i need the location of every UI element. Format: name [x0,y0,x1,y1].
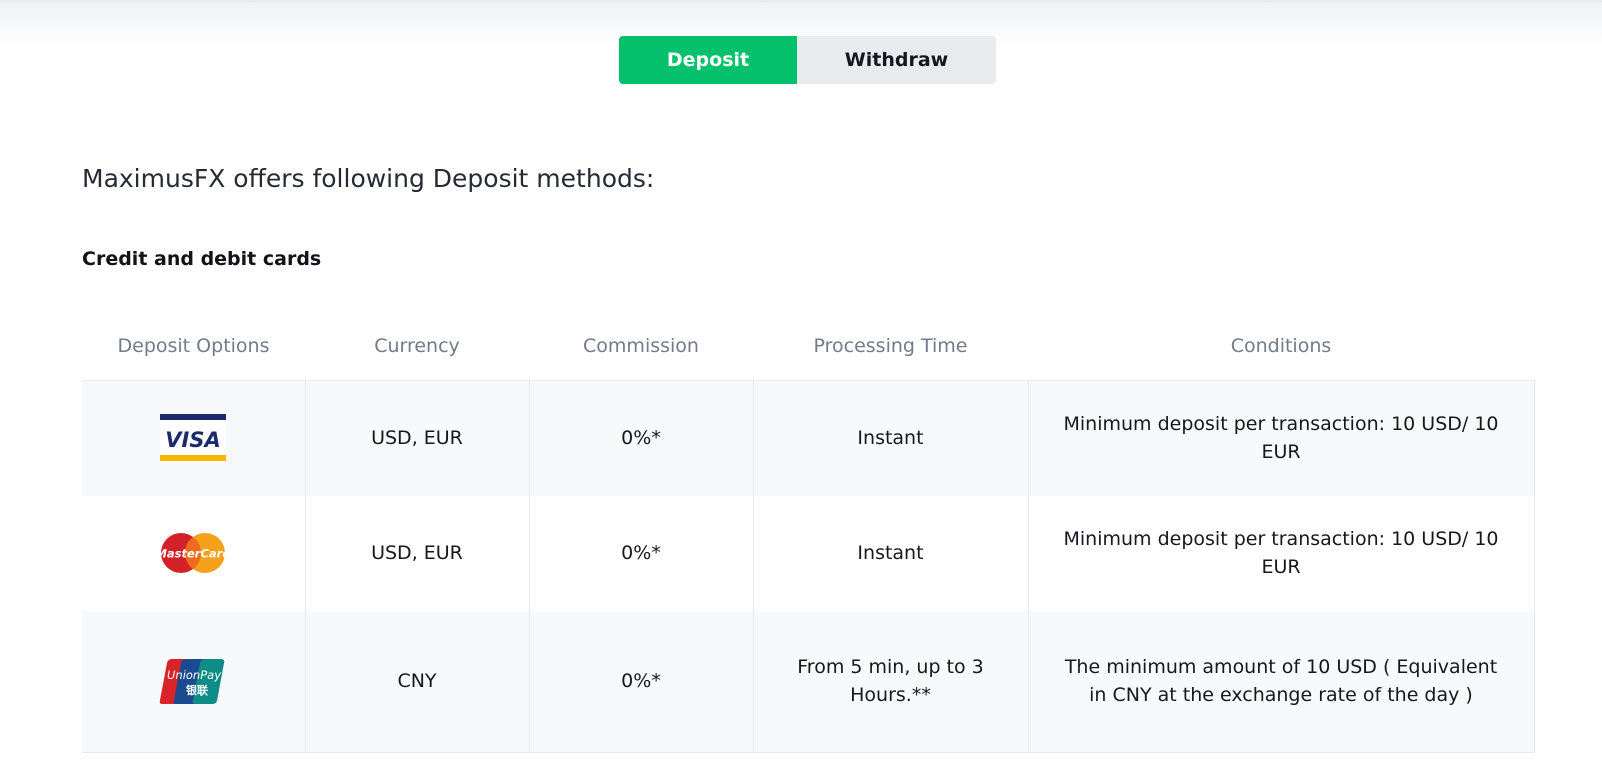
column-header-deposit-options: Deposit Options [117,335,270,357]
deposit-withdraw-tabs: Deposit Withdraw [619,36,996,84]
conditions-cell: Minimum deposit per transaction: 10 USD/… [1028,495,1535,611]
deposit-option-cell: MasterCard [82,495,306,611]
visa-logo: VISA [160,414,227,463]
mastercard-logo: MasterCard [159,533,227,573]
table-row: VISA USD, EUR 0%* Instant Minimum deposi… [82,380,1535,496]
visa-logo-text: VISA [166,428,221,452]
unionpay-logo: UnionPay 银联 [160,659,225,705]
commission-cell: 0%* [529,610,754,753]
processing-time-cell: From 5 min, up to 3 Hours.** [753,610,1029,753]
mastercard-logo-text: MasterCard [159,547,227,561]
tab-deposit[interactable]: Deposit [619,36,797,84]
section-heading-cards: Credit and debit cards [82,248,322,270]
tab-withdraw[interactable]: Withdraw [797,36,996,84]
column-header-currency: Currency [374,335,460,357]
column-header-processing-time: Processing Time [813,335,968,357]
deposit-option-cell: UnionPay 银联 [82,610,306,753]
table-header-row: Deposit Options Currency Commission Proc… [82,312,1534,381]
commission-cell: 0%* [529,495,754,611]
page-heading: MaximusFX offers following Deposit metho… [82,164,655,193]
deposit-methods-table: Deposit Options Currency Commission Proc… [82,312,1535,753]
currency-cell: USD, EUR [305,380,530,496]
table-row: UnionPay 银联 CNY 0%* From 5 min, up to 3 … [82,610,1535,753]
column-header-conditions: Conditions [1230,335,1332,357]
commission-cell: 0%* [529,380,754,496]
processing-time-cell: Instant [753,495,1029,611]
currency-cell: USD, EUR [305,495,530,611]
currency-cell: CNY [305,610,530,753]
table-row: MasterCard USD, EUR 0%* Instant Minimum … [82,495,1535,611]
unionpay-logo-text: UnionPay [167,668,221,682]
conditions-cell: Minimum deposit per transaction: 10 USD/… [1028,380,1535,496]
deposit-option-cell: VISA [82,380,306,496]
conditions-cell: The minimum amount of 10 USD ( Equivalen… [1028,610,1535,753]
unionpay-logo-chinese-text: 银联 [186,683,208,697]
processing-time-cell: Instant [753,380,1029,496]
column-header-commission: Commission [583,335,699,357]
